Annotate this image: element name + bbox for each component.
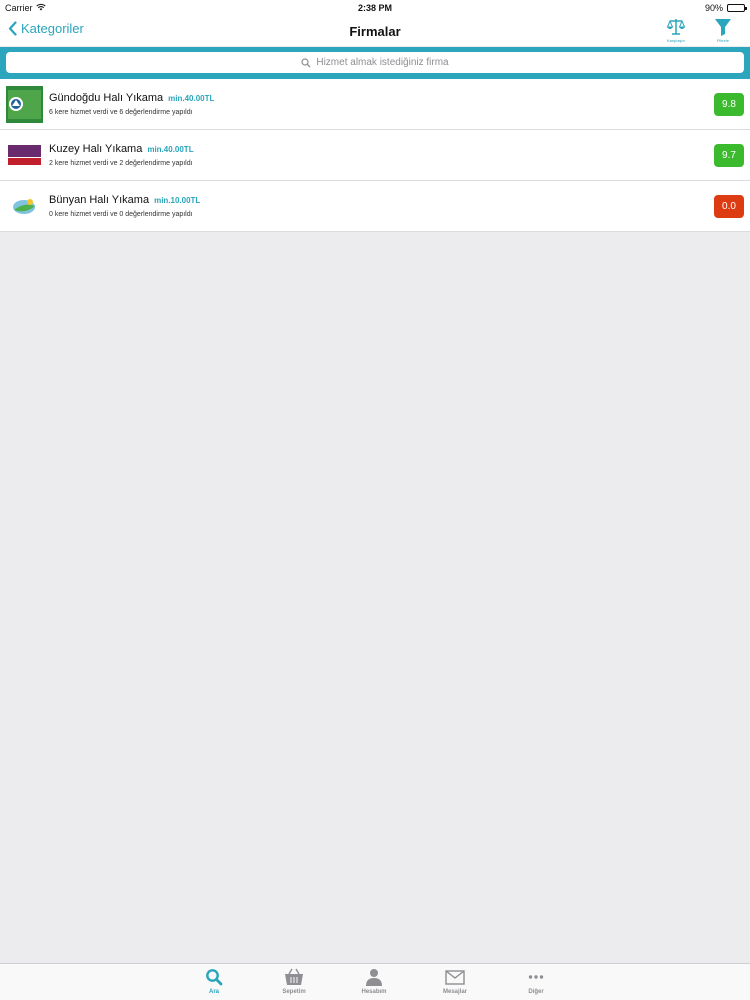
company-title: Kuzey Halı Yıkama min.40.00TL: [49, 143, 194, 155]
company-name: Gündoğdu Halı Yıkama: [49, 92, 164, 104]
page-title: Firmalar: [349, 24, 401, 39]
tab-ara[interactable]: Ara: [184, 968, 244, 995]
search-icon: [301, 57, 311, 67]
envelope-icon: [445, 970, 465, 985]
search-placeholder: Hizmet almak istediğiniz firma: [316, 57, 449, 68]
tab-label: Diğer: [528, 989, 544, 995]
company-min-price: min.40.00TL: [147, 145, 194, 154]
company-name: Bünyan Halı Yıkama: [49, 194, 150, 206]
tab-label: Ara: [208, 989, 219, 995]
battery-percent: 90%: [704, 3, 723, 13]
company-min-price: min.10.00TL: [154, 196, 201, 205]
more-icon: [528, 975, 544, 979]
scales-icon: [666, 19, 686, 35]
company-row[interactable]: Bünyan Halı Yıkama min.10.00TL 0 kere hi…: [0, 181, 750, 232]
compare-button[interactable]: Karşılaştır: [663, 17, 689, 43]
filter-button[interactable]: Filtrele: [710, 17, 736, 43]
tab-mesajlar[interactable]: Mesajlar: [425, 968, 485, 995]
battery-area: 90%: [704, 3, 747, 13]
company-title: Bünyan Halı Yıkama min.10.00TL: [49, 194, 200, 206]
company-stats: 2 kere hizmet verdi ve 2 değerlendirme y…: [49, 160, 193, 167]
tab-label: Sepetim: [282, 989, 306, 995]
search-band: Hizmet almak istediğiniz firma: [0, 47, 750, 79]
battery-icon: [727, 4, 747, 12]
score-badge: 9.7: [714, 144, 744, 167]
company-name: Kuzey Halı Yıkama: [49, 143, 143, 155]
tab-hesabim[interactable]: Hesabım: [344, 968, 404, 995]
tab-sepetim[interactable]: Sepetim: [264, 968, 324, 995]
tab-diger[interactable]: Diğer: [506, 968, 566, 995]
company-min-price: min.40.00TL: [168, 94, 215, 103]
gundogdu-logo-icon: [6, 86, 43, 123]
score-badge: 0.0: [714, 195, 744, 218]
company-stats: 6 kere hizmet verdi ve 6 değerlendirme y…: [49, 109, 193, 116]
navigation-bar: Kategoriler Firmalar Karşılaştır Filtrel…: [0, 16, 750, 46]
clock: 2:38 PM: [357, 3, 392, 13]
person-icon: [366, 969, 382, 986]
search-input[interactable]: Hizmet almak istediğiniz firma: [6, 52, 744, 73]
funnel-icon: [715, 19, 731, 36]
status-bar: Carrier 2:38 PM 90%: [0, 0, 750, 16]
company-row[interactable]: Gündoğdu Halı Yıkama min.40.00TL 6 kere …: [0, 79, 750, 130]
tab-bar: Ara Sepetim Hesabım Mesajlar Diğer: [0, 963, 750, 1000]
company-row[interactable]: Kuzey Halı Yıkama min.40.00TL 2 kere hiz…: [0, 130, 750, 181]
bunyan-logo-icon: [6, 188, 43, 225]
tab-label: Hesabım: [361, 989, 387, 995]
search-icon: [206, 969, 223, 986]
company-title: Gündoğdu Halı Yıkama min.40.00TL: [49, 92, 214, 104]
company-list: Gündoğdu Halı Yıkama min.40.00TL 6 kere …: [0, 79, 750, 232]
score-badge: 9.8: [714, 93, 744, 116]
filter-label: Filtrele: [716, 38, 729, 43]
kuzey-logo-icon: [6, 137, 43, 174]
basket-icon: [285, 968, 303, 985]
tab-label: Mesajlar: [442, 989, 467, 995]
compare-label: Karşılaştır: [666, 38, 685, 43]
company-stats: 0 kere hizmet verdi ve 0 değerlendirme y…: [49, 211, 193, 218]
